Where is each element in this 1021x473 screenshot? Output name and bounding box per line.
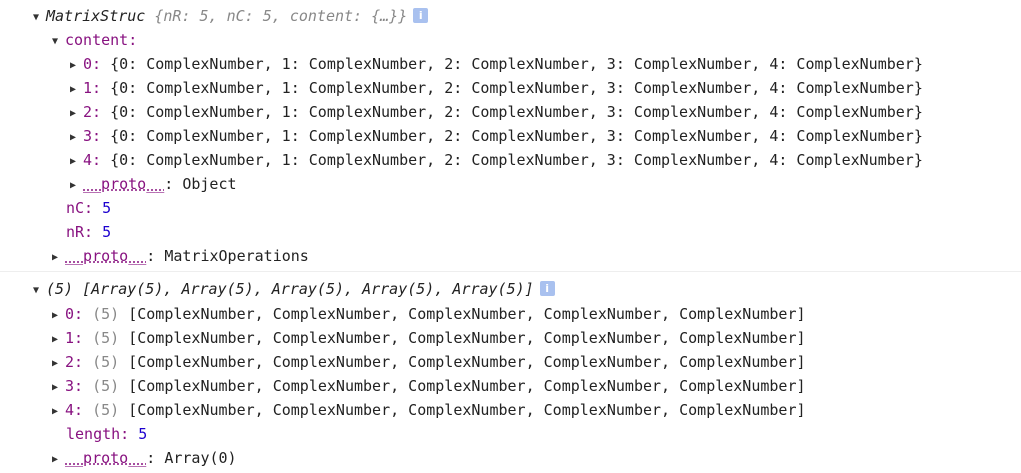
expand-triangle-icon[interactable]: ▼ [52, 30, 65, 54]
row-count: (5) [92, 401, 120, 419]
row-index: 3: [83, 127, 102, 145]
proto-key: __proto__ [65, 247, 147, 265]
row-count: (5) [92, 305, 120, 323]
row-index: 4: [83, 151, 102, 169]
collapse-triangle-icon[interactable]: ▶ [52, 304, 65, 328]
collapse-triangle-icon[interactable]: ▶ [70, 150, 83, 174]
console-divider [0, 271, 1021, 272]
row-value: {0: ComplexNumber, 1: ComplexNumber, 2: … [110, 55, 923, 73]
array-row[interactable]: ▶ 1: (5) [ComplexNumber, ComplexNumber, C… [52, 326, 806, 350]
proto-value: : Array(0) [146, 449, 237, 467]
content-row[interactable]: ▶ 2: {0: ComplexNumber, 1: ComplexNumber,… [70, 100, 923, 124]
row-index: 0: [83, 55, 102, 73]
row-value: {0: ComplexNumber, 1: ComplexNumber, 2: … [110, 127, 923, 145]
nr-property: nR: 5 [66, 220, 111, 244]
expand-triangle-icon[interactable]: ▼ [33, 279, 46, 303]
proto-row[interactable]: ▶ __proto__: MatrixOperations [52, 244, 309, 268]
matrix-struc-header[interactable]: ▼ MatrixStruc {nR: 5, nC: 5, content: {…}… [33, 4, 429, 30]
array-row[interactable]: ▶ 3: (5) [ComplexNumber, ComplexNumber, C… [52, 374, 806, 398]
content-property[interactable]: ▼ content: [52, 28, 137, 52]
collapse-triangle-icon[interactable]: ▶ [70, 78, 83, 102]
row-index: 2: [65, 353, 84, 371]
info-icon[interactable]: i [539, 281, 555, 296]
row-value: {0: ComplexNumber, 1: ComplexNumber, 2: … [110, 79, 923, 97]
content-row[interactable]: ▶ 1: {0: ComplexNumber, 1: ComplexNumber,… [70, 76, 923, 100]
collapse-triangle-icon[interactable]: ▶ [52, 328, 65, 352]
proto-value: : Object [164, 175, 237, 193]
collapse-triangle-icon[interactable]: ▶ [52, 246, 65, 270]
property-key: nC: [66, 199, 94, 217]
content-row[interactable]: ▶ 3: {0: ComplexNumber, 1: ComplexNumber,… [70, 124, 923, 148]
row-count: (5) [92, 377, 120, 395]
info-icon[interactable]: i [413, 8, 429, 23]
proto-value: : MatrixOperations [146, 247, 309, 265]
collapse-triangle-icon[interactable]: ▶ [70, 102, 83, 126]
nc-property: nC: 5 [66, 196, 111, 220]
row-index: 3: [65, 377, 84, 395]
array-row[interactable]: ▶ 4: (5) [ComplexNumber, ComplexNumber, C… [52, 398, 806, 422]
array-row[interactable]: ▶ 0: (5) [ComplexNumber, ComplexNumber, C… [52, 302, 806, 326]
row-count: (5) [92, 353, 120, 371]
length-property: length: 5 [66, 422, 147, 446]
array-proto-row[interactable]: ▶ __proto__: Array(0) [52, 446, 237, 470]
collapse-triangle-icon[interactable]: ▶ [70, 54, 83, 78]
content-row[interactable]: ▶ 0: {0: ComplexNumber, 1: ComplexNumber,… [70, 52, 923, 76]
property-key: content: [65, 31, 138, 49]
row-value: [ComplexNumber, ComplexNumber, ComplexNu… [128, 401, 806, 419]
row-value: [ComplexNumber, ComplexNumber, ComplexNu… [128, 305, 806, 323]
property-key: nR: [66, 223, 94, 241]
array-header[interactable]: ▼ (5) [Array(5), Array(5), Array(5), Arra… [33, 277, 555, 301]
collapse-triangle-icon[interactable]: ▶ [52, 352, 65, 376]
collapse-triangle-icon[interactable]: ▶ [52, 448, 65, 472]
property-value: 5 [102, 199, 112, 217]
proto-key: __proto__ [65, 449, 147, 467]
expand-triangle-icon[interactable]: ▼ [33, 6, 46, 30]
row-index: 1: [83, 79, 102, 97]
row-value: [ComplexNumber, ComplexNumber, ComplexNu… [128, 377, 806, 395]
row-value: [ComplexNumber, ComplexNumber, ComplexNu… [128, 329, 806, 347]
collapse-triangle-icon[interactable]: ▶ [52, 376, 65, 400]
row-count: (5) [92, 329, 120, 347]
row-value: {0: ComplexNumber, 1: ComplexNumber, 2: … [110, 103, 923, 121]
array-row[interactable]: ▶ 2: (5) [ComplexNumber, ComplexNumber, C… [52, 350, 806, 374]
collapse-triangle-icon[interactable]: ▶ [70, 174, 83, 198]
object-class-name: MatrixStruc [46, 7, 146, 25]
content-row[interactable]: ▶ 4: {0: ComplexNumber, 1: ComplexNumber,… [70, 148, 923, 172]
array-preview: (5) [Array(5), Array(5), Array(5), Array… [46, 280, 534, 298]
row-index: 1: [65, 329, 84, 347]
property-key: length: [66, 425, 130, 443]
collapse-triangle-icon[interactable]: ▶ [52, 400, 65, 424]
property-value: 5 [102, 223, 112, 241]
row-value: {0: ComplexNumber, 1: ComplexNumber, 2: … [110, 151, 923, 169]
collapse-triangle-icon[interactable]: ▶ [70, 126, 83, 150]
content-proto-row[interactable]: ▶ __proto__: Object [70, 172, 237, 196]
object-preview: {nR: 5, nC: 5, content: {…}} [154, 7, 408, 25]
row-value: [ComplexNumber, ComplexNumber, ComplexNu… [128, 353, 806, 371]
row-index: 2: [83, 103, 102, 121]
proto-key: __proto__ [83, 175, 165, 193]
property-value: 5 [138, 425, 148, 443]
row-index: 4: [65, 401, 84, 419]
row-index: 0: [65, 305, 84, 323]
